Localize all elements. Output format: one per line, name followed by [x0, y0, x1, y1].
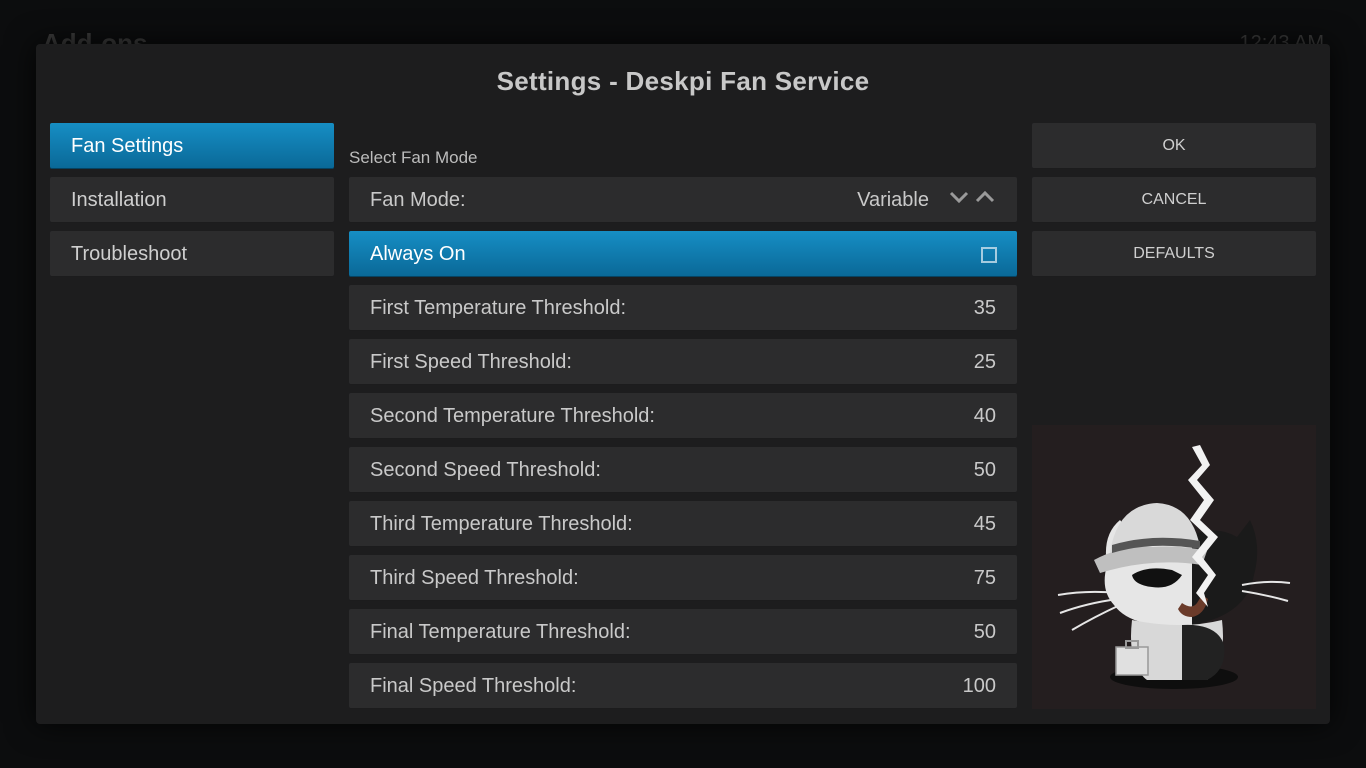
setting-second-temperature-threshold[interactable]: Second Temperature Threshold: 40	[349, 393, 1017, 439]
setting-final-speed-threshold[interactable]: Final Speed Threshold: 100	[349, 663, 1017, 709]
setting-first-speed-threshold[interactable]: First Speed Threshold: 25	[349, 339, 1017, 385]
ok-button-label: OK	[1162, 137, 1186, 154]
setting-third-speed-threshold[interactable]: Third Speed Threshold: 75	[349, 555, 1017, 601]
setting-value: 40	[973, 405, 996, 427]
setting-label: Always On	[370, 243, 466, 265]
category-fan-settings[interactable]: Fan Settings	[50, 123, 334, 169]
setting-value: 25	[973, 351, 996, 373]
category-label: Troubleshoot	[71, 243, 187, 265]
chevron-up-icon[interactable]	[975, 190, 995, 207]
defaults-button-label: DEFAULTS	[1133, 245, 1215, 262]
settings-dialog: Settings - Deskpi Fan Service Fan Settin…	[36, 44, 1330, 724]
setting-label: First Temperature Threshold:	[370, 297, 627, 319]
setting-third-temperature-threshold[interactable]: Third Temperature Threshold: 45	[349, 501, 1017, 547]
setting-value: 50	[973, 459, 996, 481]
setting-value: 50	[973, 621, 996, 643]
category-troubleshoot[interactable]: Troubleshoot	[50, 231, 334, 277]
addon-image	[1032, 425, 1316, 709]
setting-label: Third Speed Threshold:	[370, 567, 579, 589]
setting-label: Second Temperature Threshold:	[370, 405, 655, 427]
category-label: Fan Settings	[71, 135, 184, 157]
setting-label: Final Speed Threshold:	[370, 675, 577, 697]
category-label: Installation	[71, 189, 167, 211]
setting-value: Variable	[857, 189, 929, 211]
setting-first-temperature-threshold[interactable]: First Temperature Threshold: 35	[349, 285, 1017, 331]
category-installation[interactable]: Installation	[50, 177, 334, 223]
setting-value: 35	[973, 297, 996, 319]
setting-always-on-toggle[interactable]: Always On	[349, 231, 1017, 277]
setting-label: Final Temperature Threshold:	[370, 621, 631, 643]
ok-button[interactable]: OK	[1032, 123, 1316, 169]
cancel-button[interactable]: CANCEL	[1032, 177, 1316, 223]
setting-value: 75	[973, 567, 996, 589]
setting-final-temperature-threshold[interactable]: Final Temperature Threshold: 50	[349, 609, 1017, 655]
setting-label: Third Temperature Threshold:	[370, 513, 633, 535]
addon-mascot-icon	[1057, 445, 1291, 689]
setting-value: 45	[973, 513, 996, 535]
checkbox-unchecked-icon[interactable]	[981, 247, 997, 263]
setting-label: Second Speed Threshold:	[370, 459, 601, 481]
cancel-button-label: CANCEL	[1141, 191, 1207, 208]
setting-label: Fan Mode:	[370, 189, 466, 211]
setting-fan-mode-spinner[interactable]: Fan Mode: Variable	[349, 177, 1017, 223]
dialog-title: Settings - Deskpi Fan Service	[496, 66, 870, 96]
chevron-down-icon[interactable]	[949, 190, 969, 207]
setting-label: First Speed Threshold:	[370, 351, 572, 373]
defaults-button[interactable]: DEFAULTS	[1032, 231, 1316, 277]
spinner-arrows	[949, 190, 995, 207]
section-label: Select Fan Mode	[349, 148, 478, 167]
setting-value: 100	[962, 675, 996, 697]
setting-second-speed-threshold[interactable]: Second Speed Threshold: 50	[349, 447, 1017, 493]
